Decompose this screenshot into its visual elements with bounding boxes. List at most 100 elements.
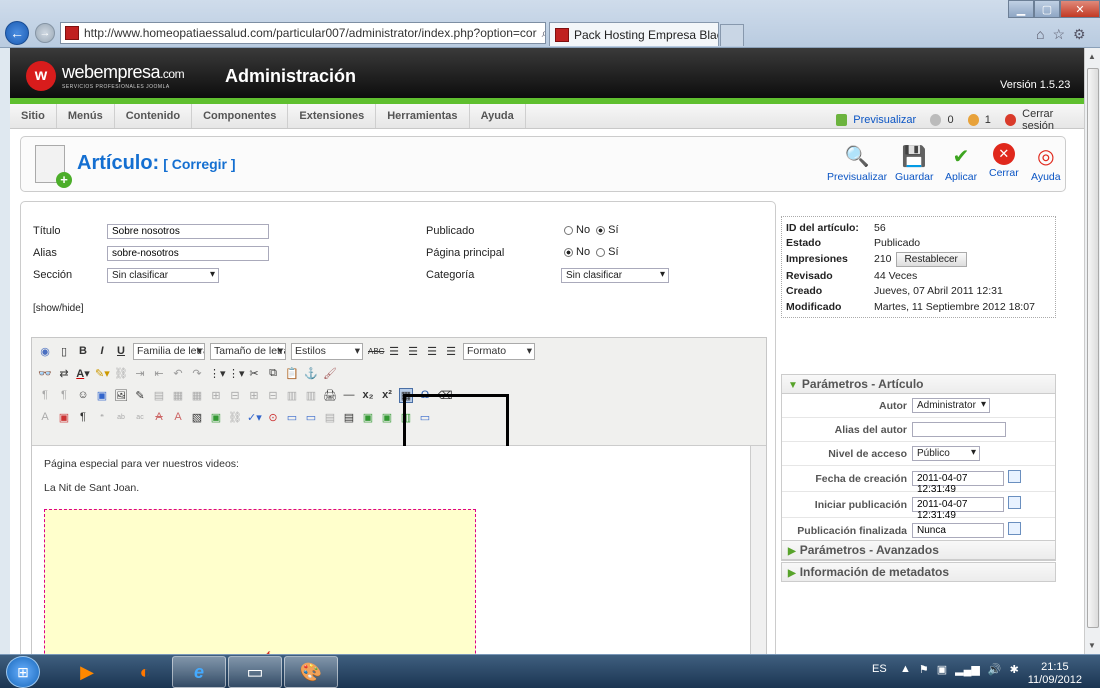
ins-icon[interactable]: A — [171, 411, 185, 423]
fullscreen-icon[interactable]: ▣ — [57, 411, 71, 424]
published-yes-radio[interactable] — [596, 225, 606, 235]
category-select[interactable]: Sin clasificar — [561, 268, 669, 283]
tray-app-icon[interactable]: ▣ — [937, 663, 947, 676]
access-select[interactable]: Público — [912, 446, 980, 461]
show-hide-toggle[interactable]: [show/hide] — [33, 303, 84, 314]
subscript-icon[interactable]: x₂ — [361, 389, 375, 401]
volume-icon[interactable]: 🔊 — [988, 663, 1002, 676]
params-article-header[interactable]: ▼ Parámetros - Artículo — [781, 374, 1056, 394]
menu-herramientas[interactable]: Herramientas — [376, 104, 470, 128]
table-icon[interactable]: ▦ — [171, 389, 185, 402]
tray-settings-icon[interactable]: ✱ — [1010, 663, 1019, 676]
save-button[interactable]: 💾 Guardar — [895, 143, 934, 184]
font-family-select[interactable]: Familia de letra — [133, 342, 205, 360]
delete-row-icon[interactable]: ⊟ — [228, 389, 242, 402]
forward-layer-icon[interactable]: ▤ — [323, 411, 337, 424]
menu-componentes[interactable]: Componentes — [192, 104, 289, 128]
new-tab-button[interactable] — [720, 24, 744, 46]
help-circle-icon[interactable]: ◉ — [38, 345, 52, 358]
created-date-input[interactable]: 2011-04-07 12:31:49 — [912, 471, 1004, 495]
font-size-select[interactable]: Tamaño de letra — [210, 342, 286, 360]
author-select[interactable]: Administrator — [912, 398, 990, 413]
reset-hits-button[interactable]: Restablecer — [895, 252, 967, 267]
show-hidden-icons-icon[interactable]: ▲ — [900, 663, 911, 676]
close-window-button[interactable]: ✕ — [1060, 0, 1100, 18]
attribs-icon[interactable]: ▧ — [190, 411, 204, 424]
highlight-color-icon[interactable]: ✎▾ — [95, 367, 110, 380]
menu-sitio[interactable]: Sitio — [10, 104, 57, 128]
alias-input[interactable]: sobre-nosotros — [107, 246, 269, 261]
cut-icon[interactable]: ✂ — [247, 367, 261, 380]
action-center-flag-icon[interactable]: ⚑ — [919, 663, 929, 676]
publish-up-input[interactable]: 2011-04-07 12:31:49 — [912, 497, 1004, 521]
start-button[interactable]: ⊞ — [6, 656, 40, 688]
taskbar-internet-explorer[interactable]: e — [172, 656, 226, 688]
anchor-icon[interactable]: ⚓ — [304, 367, 318, 380]
bullet-list-icon[interactable]: ⋮▾ — [228, 367, 245, 380]
menu-contenido[interactable]: Contenido — [115, 104, 193, 128]
taskbar-firefox[interactable]: ◐ — [118, 656, 172, 688]
help-button[interactable]: ◎ Ayuda — [1031, 143, 1061, 184]
back-button[interactable]: ← — [5, 21, 29, 45]
menu-ayuda[interactable]: Ayuda — [470, 104, 526, 128]
abbr-icon[interactable]: ab — [114, 414, 128, 421]
show-blocks-icon[interactable]: ¶ — [76, 411, 90, 423]
publish-down-input[interactable]: Nunca — [912, 523, 1004, 538]
nonbreaking-icon[interactable]: ⊙ — [266, 411, 280, 424]
close-button[interactable]: ✕ Cerrar — [989, 143, 1019, 179]
editor-content[interactable]: Página especial para ver nuestros videos… — [32, 446, 750, 654]
scroll-thumb[interactable] — [1087, 68, 1099, 628]
merge-cells-icon[interactable]: ▥ — [285, 389, 299, 402]
link-icon[interactable]: ⛓ — [114, 367, 128, 380]
scroll-down-icon[interactable]: ▼ — [1088, 641, 1096, 650]
image-icon[interactable]: 🖼 — [114, 389, 128, 402]
cleanup-brush-icon[interactable]: 🖌 — [323, 367, 337, 380]
styleprops-icon[interactable]: A — [38, 411, 52, 423]
scroll-up-icon[interactable]: ▲ — [1088, 52, 1096, 61]
del-icon[interactable]: A — [152, 411, 166, 423]
align-justify-icon[interactable]: ☰ — [444, 345, 458, 358]
clock[interactable]: 21:15 11/09/2012 — [1028, 661, 1082, 687]
format-select[interactable]: Formato — [463, 342, 535, 360]
copy-icon[interactable]: ⧉ — [266, 367, 280, 380]
network-signal-icon[interactable]: ▂▄▆ — [955, 663, 980, 676]
preview-button[interactable]: 🔍 Previsualizar — [827, 143, 887, 184]
metadata-header[interactable]: ▶ Información de metadatos — [781, 562, 1056, 582]
delete-col-icon[interactable]: ⊟ — [266, 389, 280, 402]
calendar-icon[interactable] — [1008, 496, 1021, 509]
acronym-icon[interactable]: ac — [133, 414, 147, 421]
language-indicator[interactable]: ES — [872, 663, 887, 675]
bold-icon[interactable]: B — [76, 345, 90, 357]
styles-select[interactable]: Estilos — [291, 342, 363, 360]
insert-row-icon[interactable]: ⊞ — [209, 389, 223, 402]
redo-icon[interactable]: ↷ — [190, 367, 204, 380]
apply-button[interactable]: ✔ Aplicar — [945, 143, 977, 184]
spellcheck-icon[interactable]: ✓▾ — [247, 411, 262, 424]
emoticon-icon[interactable]: ☺ — [76, 389, 90, 401]
calendar-icon[interactable] — [1008, 522, 1021, 535]
backward-layer-icon[interactable]: ▤ — [342, 411, 356, 424]
insert-col-icon[interactable]: ⊞ — [247, 389, 261, 402]
browser-tab[interactable]: Pack Hosting Empresa Blac... × — [549, 22, 719, 46]
align-center-icon[interactable]: ☰ — [406, 345, 420, 358]
new-document-icon[interactable]: ▯ — [57, 345, 71, 358]
forward-button[interactable]: → — [35, 23, 55, 43]
minimize-button[interactable]: ▁ — [1008, 0, 1034, 18]
absolute-icon[interactable]: ▭ — [304, 411, 318, 424]
maximize-button[interactable]: ▢ — [1034, 0, 1060, 18]
messages-count[interactable]: 0 — [947, 114, 953, 126]
underline-icon[interactable]: U — [114, 345, 128, 357]
link-manager-icon[interactable]: ⛓ — [228, 411, 242, 424]
split-cells-icon[interactable]: ▥ — [304, 389, 318, 402]
align-left-icon[interactable]: ☰ — [387, 345, 401, 358]
rtl-icon[interactable]: ¶ — [57, 389, 71, 401]
insert-image-icon[interactable]: ▣ — [380, 411, 394, 424]
title-input[interactable]: Sobre nosotros — [107, 224, 269, 239]
frontpage-no-radio[interactable] — [564, 247, 573, 257]
strikethrough-icon[interactable]: ABC — [368, 347, 384, 356]
menu-extensiones[interactable]: Extensiones — [288, 104, 377, 128]
paste-icon[interactable]: 📋 — [285, 367, 299, 380]
layer-icon[interactable]: ▭ — [285, 411, 299, 424]
author-alias-input[interactable] — [912, 422, 1006, 437]
horizontal-rule-icon[interactable]: — — [342, 389, 356, 401]
